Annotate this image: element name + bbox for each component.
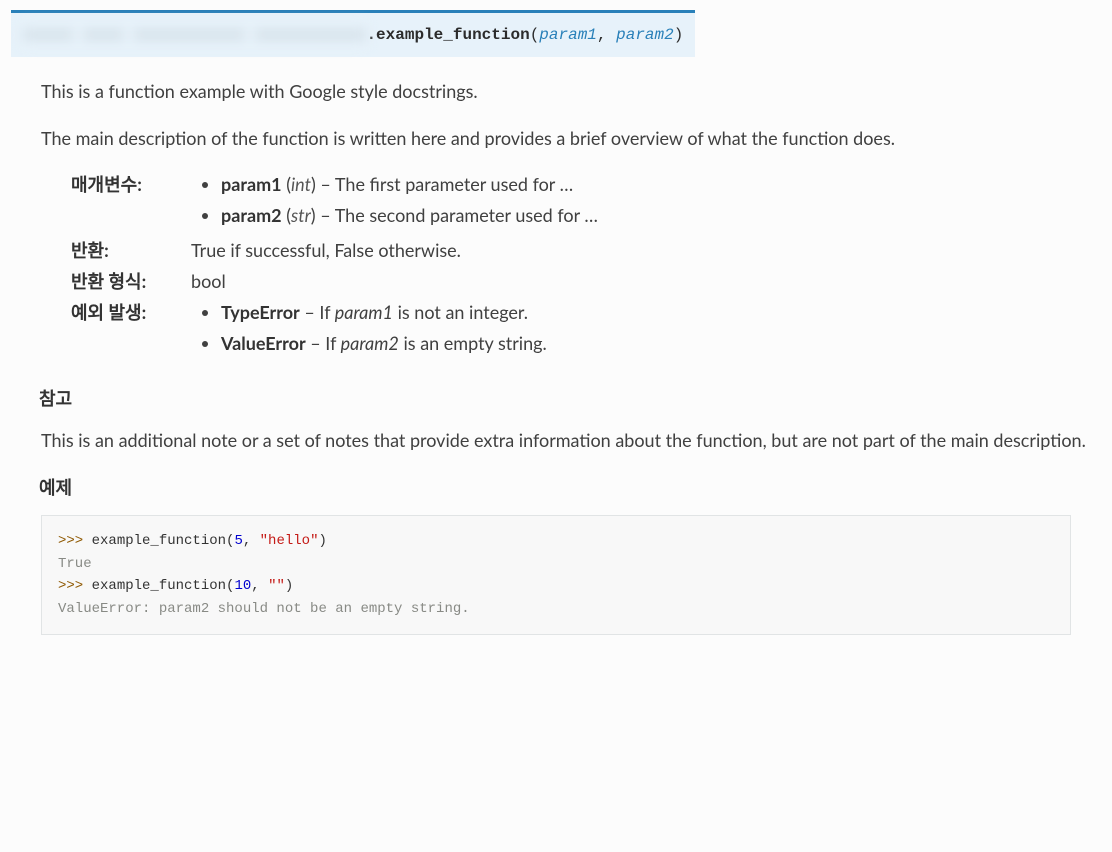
- raise-item: TypeError – If param1 is not an integer.: [221, 299, 1101, 326]
- param-name: param1: [221, 173, 282, 195]
- exc-name: ValueError: [221, 332, 306, 354]
- sig-sep: ,: [597, 26, 616, 44]
- field-parameters: 매개변수: param1 (int) – The first parameter…: [71, 171, 1101, 233]
- code: example_function(: [92, 578, 235, 594]
- output: True: [58, 556, 92, 572]
- code: ): [285, 578, 293, 594]
- rtype-value: bool: [191, 268, 1101, 295]
- param-item: param1 (int) – The first parameter used …: [221, 171, 1101, 198]
- prompt: >>>: [58, 578, 92, 594]
- module-path-blurred: xxxxx xxxx xxxxxxxxxxx xxxxxxxxxxx: [23, 23, 366, 47]
- short-description: This is a function example with Google s…: [41, 77, 1101, 106]
- exc-param: param1: [335, 301, 393, 323]
- sig-param-2: param2: [616, 26, 674, 44]
- note-text: This is an additional note or a set of n…: [41, 426, 1101, 455]
- code: ): [318, 533, 326, 549]
- field-label-returns: 반환:: [71, 237, 191, 264]
- param-desc: – The first parameter used for …: [316, 173, 573, 195]
- number-literal: 10: [234, 578, 251, 594]
- field-return-type: 반환 형식: bool: [71, 268, 1101, 295]
- exc-rest: is not an integer.: [393, 301, 528, 323]
- raise-item: ValueError – If param2 is an empty strin…: [221, 330, 1101, 357]
- long-description: The main description of the function is …: [41, 124, 1101, 153]
- field-list: 매개변수: param1 (int) – The first parameter…: [71, 171, 1101, 361]
- exc-dash: – If: [300, 301, 335, 323]
- param-type: str: [291, 204, 311, 226]
- param-item: param2 (str) – The second parameter used…: [221, 202, 1101, 229]
- exc-param: param2: [341, 332, 399, 354]
- function-name: .example_function: [366, 26, 529, 44]
- comma: ,: [243, 533, 260, 549]
- field-label-parameters: 매개변수:: [71, 171, 191, 198]
- field-returns: 반환: True if successful, False otherwise.: [71, 237, 1101, 264]
- sig-param-1: param1: [539, 26, 597, 44]
- param-desc: – The second parameter used for …: [316, 204, 598, 226]
- exc-dash: – If: [306, 332, 341, 354]
- comma: ,: [251, 578, 268, 594]
- error-output: ValueError: param2 should not be an empt…: [58, 601, 470, 617]
- string-literal: "": [268, 578, 285, 594]
- open-paren: (: [530, 26, 540, 44]
- param-name: param2: [221, 204, 282, 226]
- exc-rest: is an empty string.: [399, 332, 547, 354]
- note-heading: 참고: [39, 385, 1101, 412]
- close-paren: ): [674, 26, 684, 44]
- param-type: int: [291, 173, 311, 195]
- returns-value: True if successful, False otherwise.: [191, 237, 1101, 264]
- number-literal: 5: [234, 533, 242, 549]
- field-raises: 예외 발생: TypeError – If param1 is not an i…: [71, 299, 1101, 361]
- exc-name: TypeError: [221, 301, 300, 323]
- prompt: >>>: [58, 533, 92, 549]
- example-heading: 예제: [39, 474, 1101, 501]
- field-label-raises: 예외 발생:: [71, 299, 191, 326]
- function-signature: xxxxx xxxx xxxxxxxxxxx xxxxxxxxxxx.examp…: [11, 10, 695, 57]
- code: example_function(: [92, 533, 235, 549]
- field-label-rtype: 반환 형식:: [71, 268, 191, 295]
- example-code-block: >>> example_function(5, "hello") True >>…: [41, 515, 1071, 635]
- string-literal: "hello": [260, 533, 319, 549]
